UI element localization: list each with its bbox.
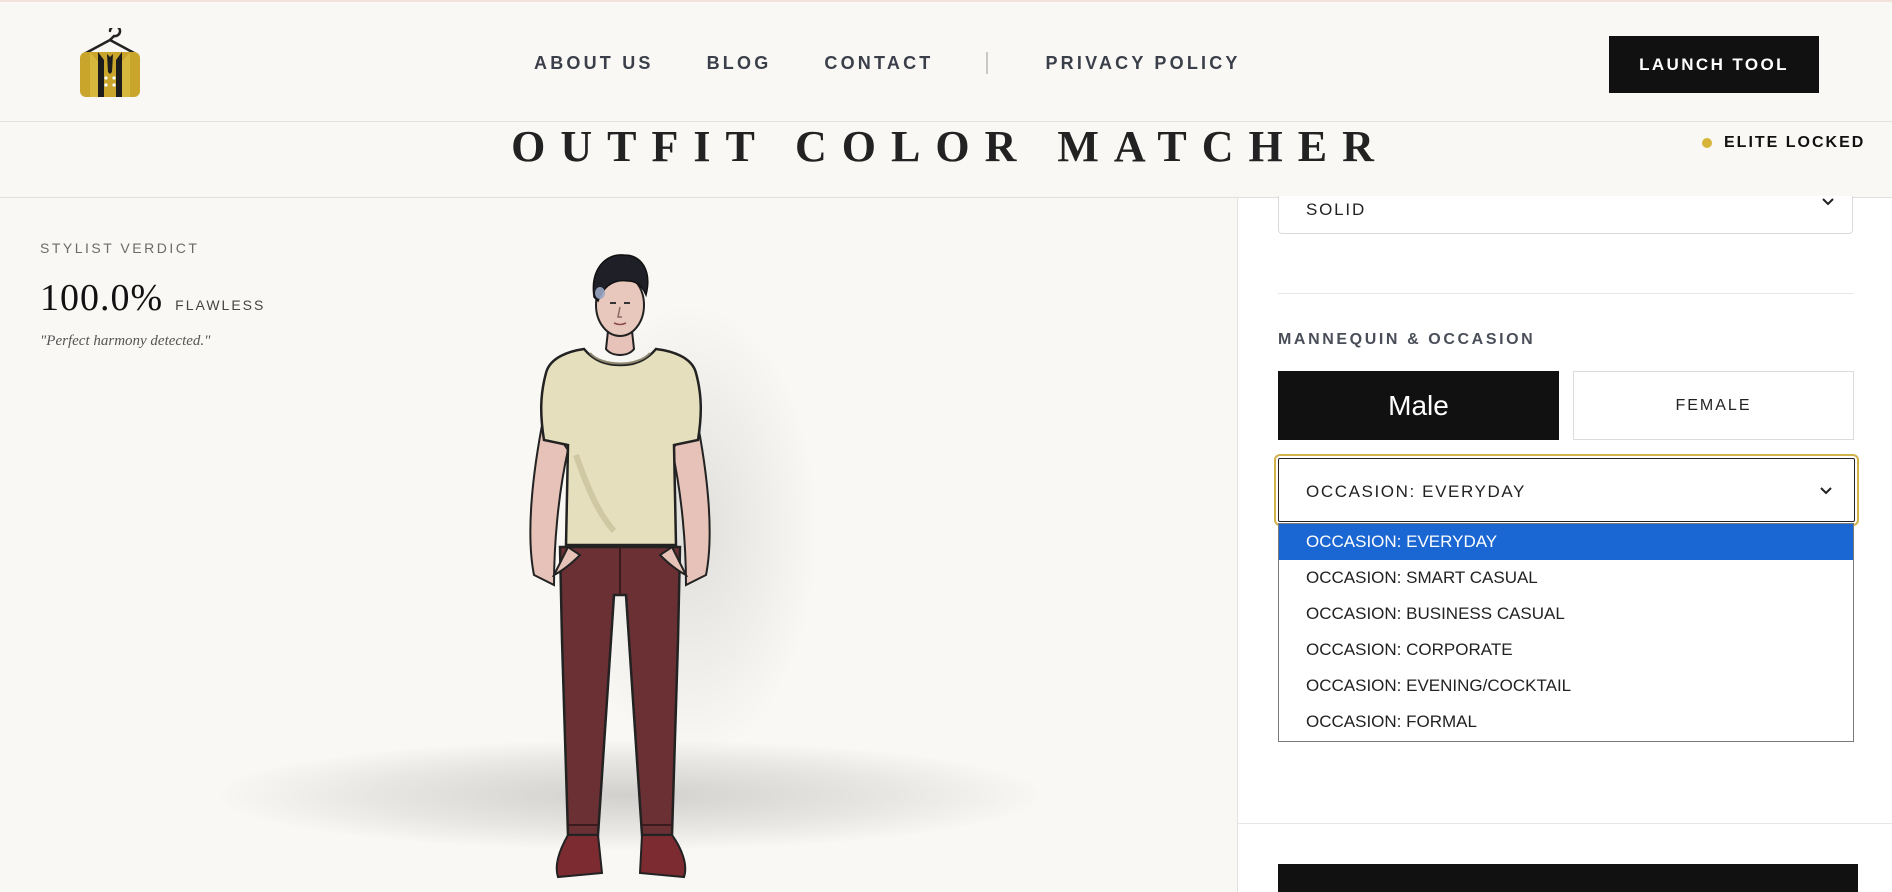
occasion-select-value: OCCASION: EVERYDAY bbox=[1306, 482, 1526, 501]
nav-divider bbox=[986, 52, 989, 74]
hanger-suit-logo-icon[interactable] bbox=[78, 28, 142, 98]
occasion-option-formal[interactable]: OCCASION: FORMAL bbox=[1279, 704, 1853, 740]
occasion-select[interactable]: OCCASION: EVERYDAY bbox=[1278, 458, 1855, 522]
verdict-score-row: 100.0% FLAWLESS bbox=[40, 276, 265, 320]
tool-title-bar: OUTFIT COLOR MATCHER ELITE LOCKED bbox=[0, 122, 1892, 198]
chevron-down-icon bbox=[1820, 487, 1832, 495]
occasion-option-corporate[interactable]: OCCASION: CORPORATE bbox=[1279, 632, 1853, 668]
chevron-down-icon bbox=[1822, 198, 1834, 206]
mannequin-occasion-heading: MANNEQUIN & OCCASION bbox=[1278, 331, 1536, 348]
occasion-option-everyday[interactable]: OCCASION: EVERYDAY bbox=[1279, 524, 1853, 560]
pattern-select-value: SOLID bbox=[1306, 200, 1367, 219]
occasion-option-business-casual[interactable]: OCCASION: BUSINESS CASUAL bbox=[1279, 596, 1853, 632]
page-title: OUTFIT COLOR MATCHER bbox=[511, 122, 1389, 171]
action-button[interactable] bbox=[1278, 864, 1858, 892]
launch-tool-button[interactable]: LAUNCH TOOL bbox=[1609, 36, 1819, 93]
verdict-label: STYLIST VERDICT bbox=[40, 240, 200, 256]
nav-about-us[interactable]: ABOUT US bbox=[534, 53, 654, 74]
occasion-option-evening-cocktail[interactable]: OCCASION: EVENING/COCKTAIL bbox=[1279, 668, 1853, 704]
nav-privacy-policy[interactable]: PRIVACY POLICY bbox=[1045, 53, 1240, 74]
nav-blog[interactable]: BLOG bbox=[707, 53, 772, 74]
pattern-select[interactable]: SOLID bbox=[1278, 196, 1853, 234]
male-toggle-button[interactable]: Male bbox=[1278, 371, 1559, 440]
verdict-quote: "Perfect harmony detected." bbox=[40, 333, 211, 349]
verdict-rating: FLAWLESS bbox=[175, 297, 266, 313]
nav-contact[interactable]: CONTACT bbox=[824, 53, 933, 74]
elite-locked-status: ELITE LOCKED bbox=[1702, 134, 1865, 152]
status-dot-icon bbox=[1702, 138, 1712, 148]
section-divider bbox=[1278, 293, 1853, 294]
verdict-score: 100.0% bbox=[40, 277, 164, 319]
male-mannequin-figure bbox=[529, 254, 711, 879]
female-toggle-button[interactable]: FEMALE bbox=[1573, 371, 1854, 440]
panel-divider bbox=[1238, 823, 1892, 824]
top-navigation-bar: ABOUT US BLOG CONTACT PRIVACY POLICY LAU… bbox=[0, 0, 1892, 122]
elite-locked-label: ELITE LOCKED bbox=[1724, 134, 1866, 151]
main-nav: ABOUT US BLOG CONTACT PRIVACY POLICY bbox=[534, 52, 1241, 74]
control-panel: SOLID MANNEQUIN & OCCASION Male FEMALE O… bbox=[1237, 196, 1892, 892]
occasion-dropdown-list: OCCASION: EVERYDAY OCCASION: SMART CASUA… bbox=[1278, 523, 1854, 742]
occasion-option-smart-casual[interactable]: OCCASION: SMART CASUAL bbox=[1279, 560, 1853, 596]
